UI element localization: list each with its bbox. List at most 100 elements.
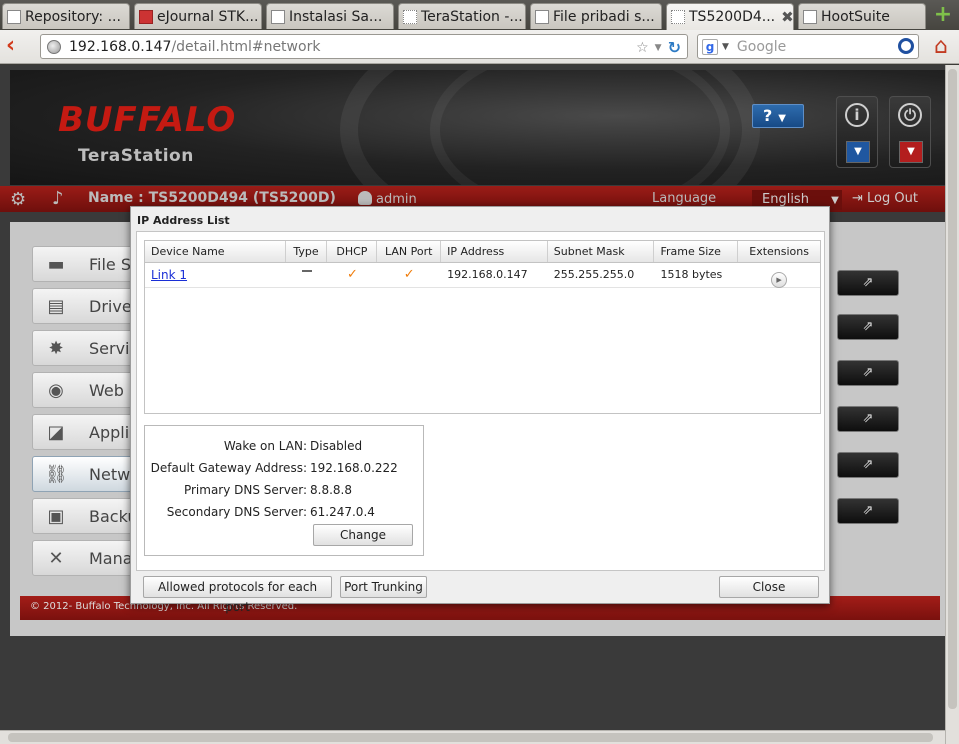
ip-address-table: Device Name Type DHCP LAN Port IP Addres… [144,240,821,414]
primary-dns-value: 8.8.8.8 [310,483,352,497]
tab-label: Instalasi Sa... [289,8,383,25]
logout-label: Log Out [867,191,918,206]
column-extensions[interactable]: Extensions [738,241,820,262]
buffalo-logo: BUFFALO [58,100,237,140]
gateway-row: Default Gateway Address: 192.168.0.222 [145,459,425,477]
blank-page-icon [671,10,685,24]
secondary-dns-label: Secondary DNS Server: [166,505,307,519]
search-input[interactable]: g ▼ Google [697,34,919,59]
column-ip-address[interactable]: IP Address [441,241,548,262]
reload-icon[interactable]: ↻ [668,38,681,57]
horizontal-scrollbar[interactable] [0,730,945,744]
search-icon[interactable] [898,38,914,54]
new-tab-plus-icon[interactable]: + [932,4,954,27]
browser-tab-hootsuite[interactable]: HootSuite [798,3,926,29]
external-link-icon: ⇗ [862,319,874,334]
table-row[interactable]: Link 1 ✓ ✓ 192.168.0.147 255.255.255.0 1… [145,263,820,288]
external-link-icon: ⇗ [862,365,874,380]
network-settings-panel: Wake on LAN: Disabled Default Gateway Ad… [144,425,424,556]
header-decoration [430,70,730,185]
chevron-down-icon[interactable]: ▼ [655,43,662,53]
open-settings-button[interactable]: ⇗ [837,360,899,386]
help-dropdown-button[interactable]: ? ▼ [752,104,804,128]
backup-icon: ▣ [47,506,65,527]
open-settings-button[interactable]: ⇗ [837,314,899,340]
info-icon: i [845,103,869,127]
port-trunking-button[interactable]: Port Trunking [340,576,427,598]
chevron-down-icon[interactable]: ▼ [722,42,729,52]
close-button[interactable]: Close [719,576,819,598]
browser-tab-file-pribadi[interactable]: File pribadi s... [530,3,662,29]
open-settings-button[interactable]: ⇗ [837,406,899,432]
drive-icon: ▤ [47,296,65,317]
device-link[interactable]: Link 1 [151,268,187,282]
blank-page-icon [403,9,417,24]
external-link-icon: ⇗ [862,411,874,426]
tab-label: HootSuite [821,8,890,25]
scrollbar-thumb[interactable] [8,733,933,742]
language-label: Language [652,191,717,206]
back-arrow-icon[interactable]: ‹ [6,35,28,57]
type-none-dash [301,270,312,272]
table-header: Device Name Type DHCP LAN Port IP Addres… [145,241,820,263]
primary-dns-row: Primary DNS Server: 8.8.8.8 [145,481,425,499]
gear-icon[interactable]: ⚙ [10,189,26,210]
home-icon[interactable]: ⌂ [928,34,954,60]
vertical-scrollbar[interactable] [945,65,959,744]
change-button[interactable]: Change [313,524,413,546]
help-label: ? [763,106,773,125]
browser-tab-terastation[interactable]: TeraStation -... [398,3,526,29]
logout-link[interactable]: ⇥ Log Out [852,191,918,206]
column-subnet-mask[interactable]: Subnet Mask [548,241,655,262]
info-button[interactable]: i ▼ [836,96,878,168]
tab-label: TS5200D4... [689,9,776,25]
bookmark-star-icon[interactable]: ☆ [636,40,649,56]
tab-label: TeraStation -... [421,8,523,25]
google-icon[interactable]: g [702,38,718,55]
browser-tab-ejournal[interactable]: eJournal STK... [134,3,262,29]
play-icon[interactable]: ▶ [771,272,788,288]
column-dhcp[interactable]: DHCP [327,241,378,262]
allowed-protocols-button[interactable]: Allowed protocols for each port [143,576,332,614]
globe-icon [47,39,61,54]
url-host: 192.168.0.147 [69,38,172,55]
url-path: /detail.html#network [171,38,321,55]
browser-tab-ts5200d4[interactable]: TS5200D4... ✖ [666,3,794,30]
subnet-mask-cell: 255.255.255.0 [553,268,635,281]
gateway-label: Default Gateway Address: [150,461,307,475]
secondary-dns-row: Secondary DNS Server: 61.247.0.4 [145,503,425,521]
logout-icon: ⇥ [852,191,863,206]
chart-icon [535,9,549,24]
column-type[interactable]: Type [286,241,328,262]
url-bar[interactable]: 192.168.0.147/detail.html#network ☆ ▼ ↻ [40,34,688,59]
folder-icon: ▬ [47,254,65,275]
browser-navbar: ‹ 192.168.0.147/detail.html#network ☆ ▼ … [0,30,959,64]
hootsuite-icon [803,9,817,24]
network-icon: ⛓ [45,464,68,485]
scrollbar-thumb[interactable] [948,69,957,709]
user-icon [358,191,372,205]
frame-size-cell: 1518 bytes [660,268,723,281]
power-button[interactable]: ⏻ ▼ [889,96,931,168]
dialog-title: IP Address List [137,214,230,227]
open-settings-button[interactable]: ⇗ [837,270,899,296]
search-placeholder: Google [736,38,787,55]
browser-tab-repository[interactable]: Repository: ... [2,3,130,29]
ejournal-icon [139,9,153,24]
column-frame-size[interactable]: Frame Size [654,241,739,262]
open-settings-button[interactable]: ⇗ [837,498,899,524]
chevron-down-icon: ▼ [831,195,839,206]
column-lan-port[interactable]: LAN Port [377,241,442,262]
device-name: Name : TS5200D494 (TS5200D) [88,190,336,206]
close-tab-icon[interactable]: ✖ [781,8,793,26]
dialog-body: Device Name Type DHCP LAN Port IP Addres… [136,231,825,571]
chevron-down-icon[interactable]: ▼ [899,141,923,163]
gateway-value: 192.168.0.222 [310,461,398,475]
language-value: English [762,192,809,207]
browser-tab-instalasi[interactable]: Instalasi Sa... [266,3,394,29]
column-device-name[interactable]: Device Name [145,241,286,262]
wake-on-lan-value: Disabled [310,439,363,453]
open-settings-button[interactable]: ⇗ [837,452,899,478]
chevron-down-icon[interactable]: ▼ [846,141,870,163]
music-note-icon[interactable]: ♪ [52,188,64,209]
